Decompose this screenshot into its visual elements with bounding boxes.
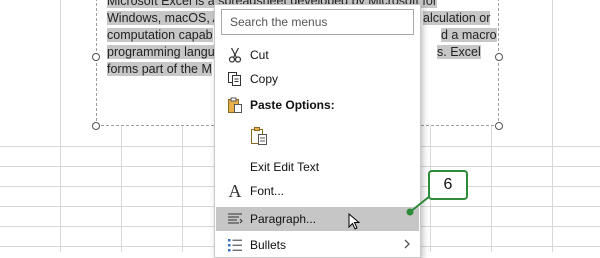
callout-connector <box>406 195 431 216</box>
step-number-callout: 6 <box>428 170 468 200</box>
callout-number: 6 <box>443 176 453 193</box>
